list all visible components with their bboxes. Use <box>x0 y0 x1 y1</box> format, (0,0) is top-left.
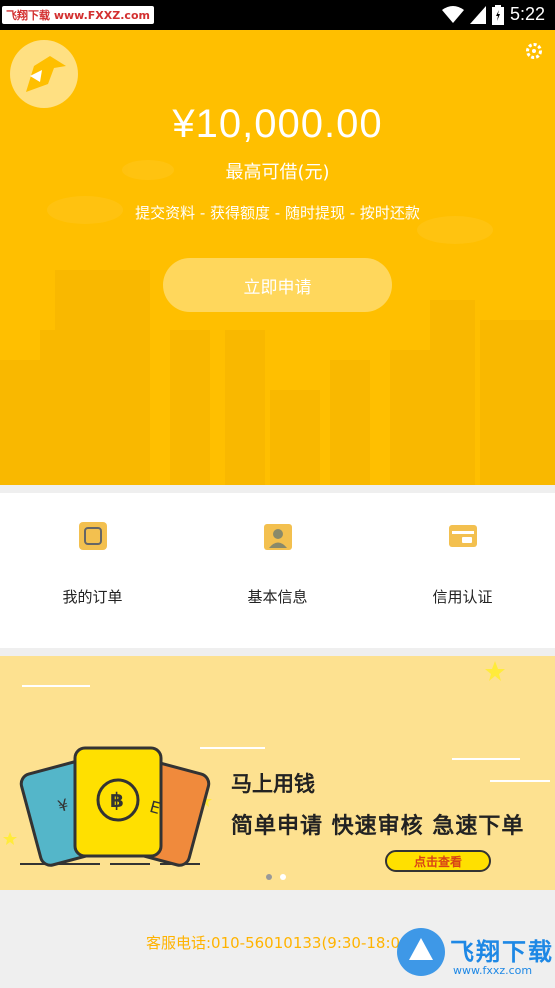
app-logo <box>10 40 78 108</box>
signal-icon <box>469 5 486 24</box>
carousel-dot-active[interactable] <box>266 874 272 880</box>
carousel-dot[interactable] <box>280 874 286 880</box>
credit-card-icon <box>449 525 477 547</box>
banner-title: 马上用钱 <box>231 772 315 796</box>
customer-service-phone[interactable]: 客服电话:010-56010133(9:30-18:0 <box>146 932 400 953</box>
profile-icon <box>264 524 292 550</box>
battery-icon <box>491 4 504 25</box>
menu-label-basic-info: 基本信息 <box>247 588 308 606</box>
menu-item-basic-info[interactable]: 基本信息 <box>185 493 370 648</box>
banner-view-button[interactable]: 点击查看 <box>385 850 491 872</box>
promo-banner[interactable]: ¥ ฿ E 马上用钱 简单申请 快速审核 急速下单 点击查看 <box>0 656 555 890</box>
horse-logo-icon <box>26 56 66 92</box>
watermark-logo: 飞翔下载 www.fxxz.com <box>395 924 555 988</box>
carousel-indicator <box>266 874 286 880</box>
watermark-cn: 飞翔下载 <box>450 938 554 966</box>
watermark-url: www.fxxz.com <box>453 964 533 977</box>
wifi-icon <box>441 5 464 23</box>
status-icons: 5:22 <box>441 4 545 25</box>
menu-label-credit-auth: 信用认证 <box>432 588 493 606</box>
order-icon <box>79 522 107 550</box>
hero-section: ¥10,000.00 最高可借(元) 提交资料 - 获得额度 - 随时提现 - … <box>0 30 555 485</box>
menu-label-my-orders: 我的订单 <box>62 588 123 606</box>
menu-item-my-orders[interactable]: 我的订单 <box>0 493 185 648</box>
process-steps: 提交资料 - 获得额度 - 随时提现 - 按时还款 <box>135 204 420 222</box>
status-bar: 飞翔下载 www.FXXZ.com 5:22 <box>0 0 555 30</box>
clock: 5:22 <box>509 4 545 24</box>
settings-gear-icon[interactable] <box>525 42 543 60</box>
quick-menu: 我的订单 基本信息 信用认证 <box>0 493 555 648</box>
apply-now-button[interactable]: 立即申请 <box>163 258 392 312</box>
banner-subtitle: 简单申请 快速审核 急速下单 <box>231 814 525 839</box>
menu-item-credit-auth[interactable]: 信用认证 <box>370 493 555 648</box>
ticket-symbol-baht: ฿ <box>110 788 124 812</box>
max-loan-amount: ¥10,000.00 <box>172 102 383 146</box>
max-loan-label: 最高可借(元) <box>225 162 330 183</box>
watermark-badge: 飞翔下载 www.FXXZ.com <box>2 6 154 24</box>
